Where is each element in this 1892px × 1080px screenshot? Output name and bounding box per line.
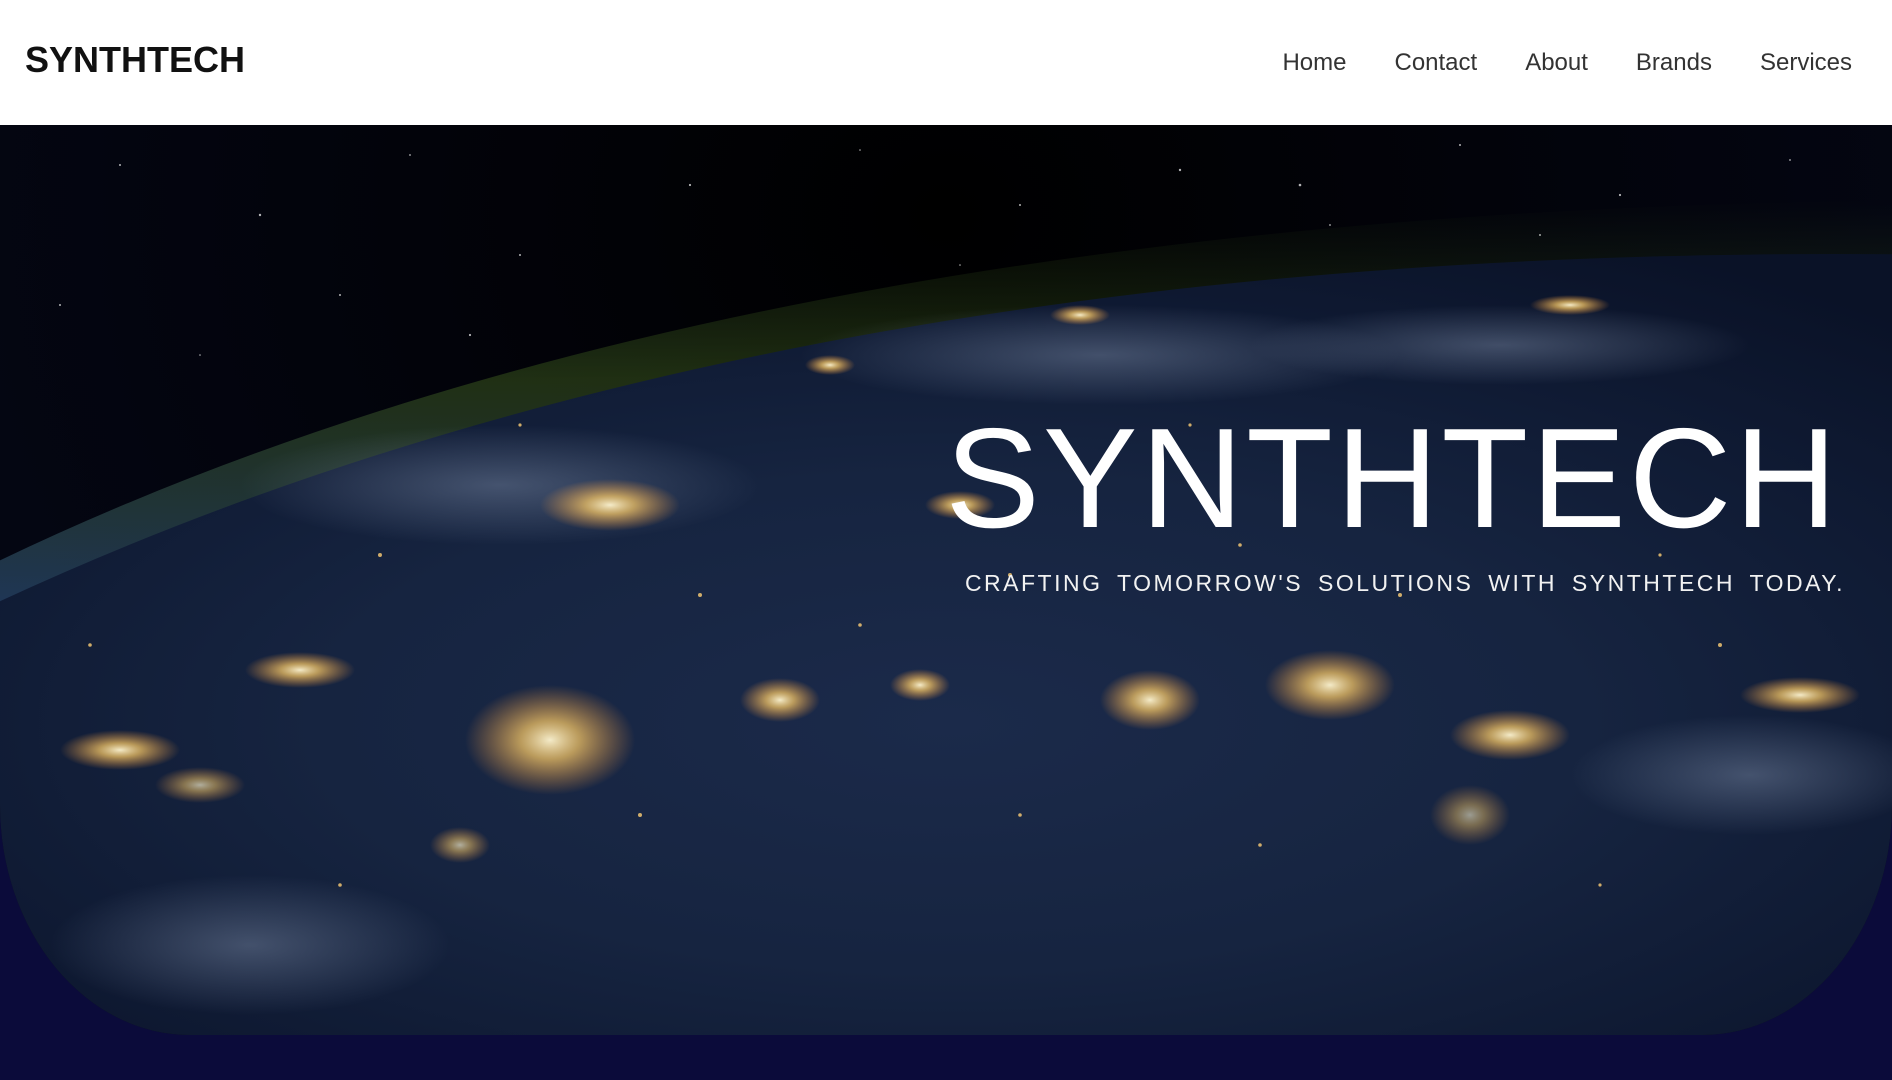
nav-brands-link[interactable]: Brands xyxy=(1636,49,1712,77)
hero-section: SYNTHTECH CRAFTING TOMORROW'S SOLUTIONS … xyxy=(0,125,1892,1080)
main-nav: Home Contact About Brands Services xyxy=(1282,49,1852,77)
nav-services-link[interactable]: Services xyxy=(1760,49,1852,77)
hero-subtitle: CRAFTING TOMORROW'S SOLUTIONS WITH SYNTH… xyxy=(964,570,1845,596)
nav-contact-link[interactable]: Contact xyxy=(1394,49,1477,77)
site-logo[interactable]: SYNTHTECH xyxy=(25,39,245,81)
site-header: SYNTHTECH Home Contact About Brands Serv… xyxy=(0,0,1892,125)
hero-earth-image: SYNTHTECH CRAFTING TOMORROW'S SOLUTIONS … xyxy=(0,125,1892,1035)
hero-title: SYNTHTECH xyxy=(945,399,1840,558)
nav-about-link[interactable]: About xyxy=(1525,49,1588,77)
nav-home-link[interactable]: Home xyxy=(1282,49,1346,77)
